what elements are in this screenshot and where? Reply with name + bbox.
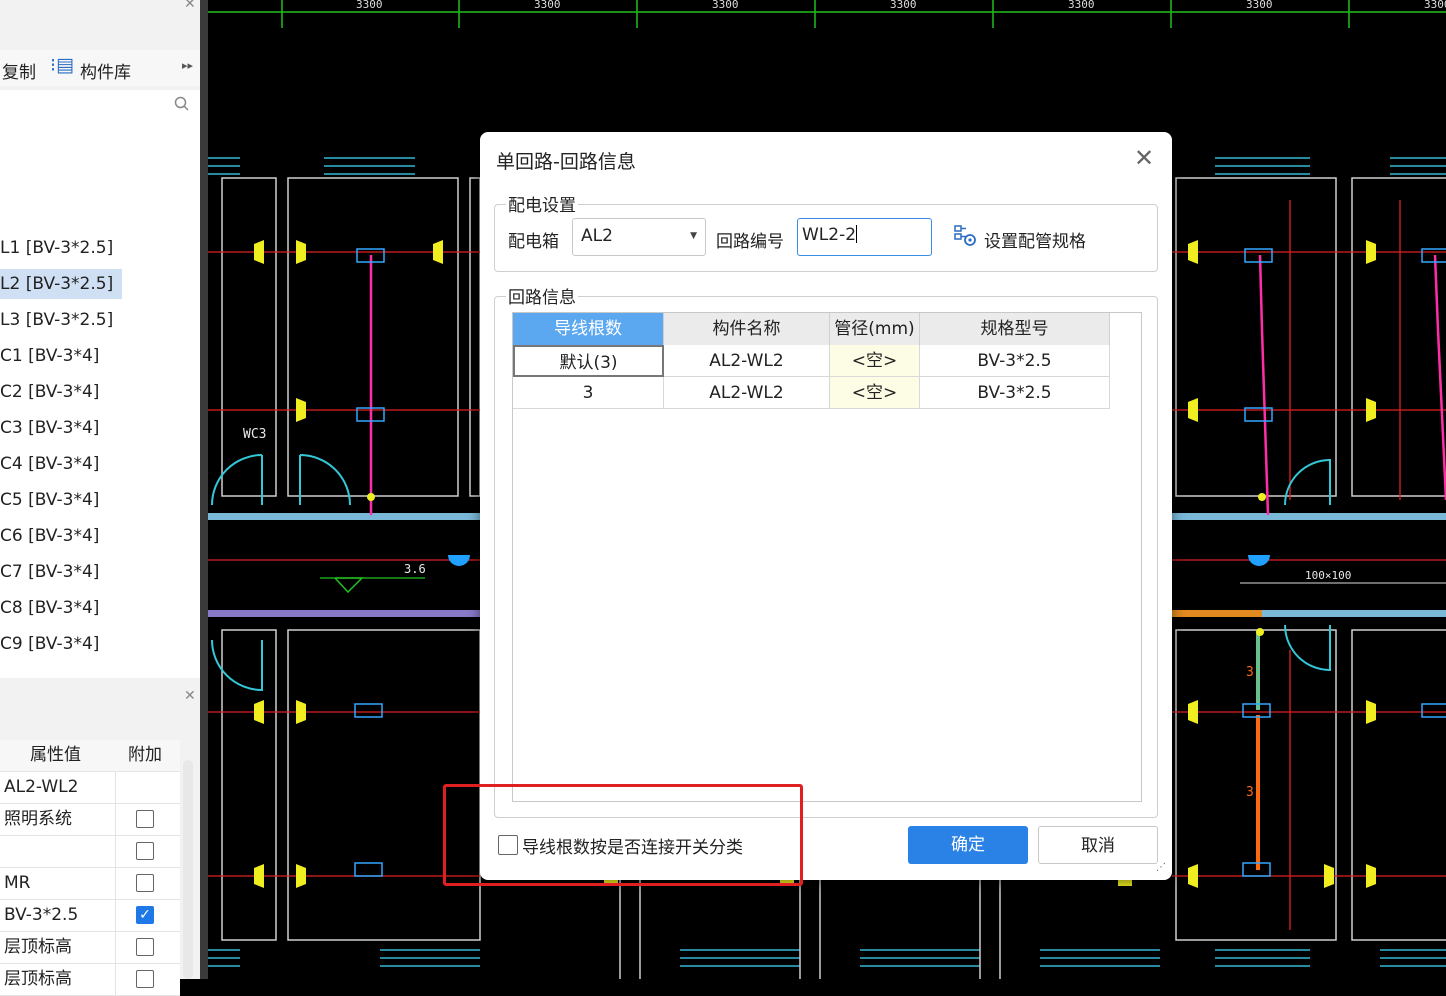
cad-pipe-label: 100×100 <box>1305 569 1351 582</box>
column-header[interactable]: 规格型号 <box>920 313 1110 345</box>
list-item[interactable]: C5 [BV-3*4] <box>0 485 103 515</box>
list-item[interactable]: L3 [BV-3*2.5] <box>0 305 117 335</box>
table-cell[interactable]: AL2-WL2 <box>664 377 830 409</box>
table-row[interactable]: 层顶标高 <box>0 932 180 964</box>
copy-button[interactable]: 复制 <box>2 58 36 83</box>
panel-label: 配电箱 <box>508 232 559 252</box>
search-icon <box>174 96 189 111</box>
list-item-selected[interactable]: L2 [BV-3*2.5] <box>0 269 122 299</box>
dim-label: 3300 <box>534 0 561 11</box>
close-icon[interactable]: ✕ <box>184 0 196 12</box>
dialog-title: 单回路-回路信息 <box>496 151 636 173</box>
chevron-down-icon: ▼ <box>690 231 697 241</box>
close-icon[interactable]: ✕ <box>184 688 196 704</box>
property-value[interactable]: MR <box>4 868 114 899</box>
table-cell[interactable]: BV-3*2.5 <box>920 345 1110 377</box>
group-label: 回路信息 <box>506 283 578 308</box>
table-row[interactable] <box>0 836 180 868</box>
column-header[interactable]: 构件名称 <box>664 313 830 345</box>
list-item[interactable]: C7 [BV-3*4] <box>0 557 103 587</box>
extra-checkbox[interactable] <box>136 970 154 988</box>
extra-checkbox[interactable] <box>136 874 154 892</box>
left-panel: ✕ 复制 ⁝▤ 构件库 ▸▸ L1 [BV-3*2.5] L2 [BV-3*2.… <box>0 0 208 996</box>
table-row[interactable]: BV-3*2.5 ✓ <box>0 900 180 932</box>
panel-select[interactable]: AL2 ▼ <box>572 218 706 256</box>
extra-checkbox[interactable] <box>136 810 154 828</box>
library-icon: ⁝▤ <box>50 54 74 76</box>
pipe-settings-icon <box>954 225 976 246</box>
panel-splitter[interactable] <box>200 0 208 979</box>
extra-checkbox-checked[interactable]: ✓ <box>136 906 154 924</box>
circuit-info-dialog: 单回路-回路信息 ✕ 配电设置 配电箱 AL2 ▼ 回路编号 WL2-2 设置配… <box>480 132 1172 880</box>
list-item[interactable]: L1 [BV-3*2.5] <box>0 233 117 263</box>
table-row[interactable]: 层顶标高 <box>0 964 180 996</box>
dim-label: 3300 <box>356 0 383 11</box>
circuit-list: L1 [BV-3*2.5] L2 [BV-3*2.5] L3 [BV-3*2.5… <box>0 118 200 678</box>
panel-select-value: AL2 <box>581 226 613 246</box>
table-cell[interactable]: <空> <box>830 345 920 377</box>
circuit-label: 回路编号 <box>716 232 784 252</box>
column-header-value: 属性值 <box>30 745 81 765</box>
table-cell[interactable]: 3 <box>513 377 664 409</box>
table-row[interactable]: MR <box>0 868 180 900</box>
circuit-number-value: WL2-2 <box>802 225 857 245</box>
extra-checkbox[interactable] <box>136 842 154 860</box>
table-row[interactable]: 照明系统 <box>0 804 180 836</box>
dim-label: 3300 <box>1246 0 1273 11</box>
text-caret <box>856 225 858 243</box>
column-header[interactable]: 导线根数 <box>513 313 664 345</box>
property-value[interactable]: AL2-WL2 <box>4 772 114 803</box>
list-item[interactable]: C2 [BV-3*4] <box>0 377 103 407</box>
ok-button[interactable]: 确定 <box>908 826 1028 864</box>
circuit-table: 导线根数 构件名称 管径(mm) 规格型号 默认(3) AL2-WL2 <空> … <box>512 312 1142 802</box>
property-value[interactable]: 层顶标高 <box>4 932 114 963</box>
close-icon[interactable]: ✕ <box>1134 144 1154 172</box>
table-cell[interactable]: <空> <box>830 377 920 409</box>
extra-checkbox[interactable] <box>136 938 154 956</box>
dim-label: 3300 <box>1424 0 1446 11</box>
properties-header <box>0 706 200 740</box>
property-value[interactable]: BV-3*2.5 <box>4 900 114 931</box>
dim-label: 3300 <box>712 0 739 11</box>
column-header[interactable]: 管径(mm) <box>830 313 920 345</box>
table-cell[interactable]: 默认(3) <box>513 345 664 377</box>
table-header-row: 属性值 附加 <box>0 740 180 772</box>
component-library-button[interactable]: 构件库 <box>80 58 131 83</box>
table-cell[interactable]: BV-3*2.5 <box>920 377 1110 409</box>
property-value[interactable]: 层顶标高 <box>4 964 114 995</box>
component-toolbar: 复制 ⁝▤ 构件库 ▸▸ <box>0 50 200 86</box>
cad-elevation-label: 3.6 <box>404 562 426 576</box>
circuit-number-input[interactable]: WL2-2 <box>797 218 932 256</box>
more-icon[interactable]: ▸▸ <box>182 59 193 72</box>
list-item[interactable]: C1 [BV-3*4] <box>0 341 103 371</box>
properties-table: 属性值 附加 AL2-WL2 照明系统 MR BV-3*2.5 ✓ 层顶标高 层… <box>0 740 180 996</box>
table-cell[interactable]: AL2-WL2 <box>664 345 830 377</box>
list-item[interactable]: C3 [BV-3*4] <box>0 413 103 443</box>
property-value[interactable]: 照明系统 <box>4 804 114 835</box>
dim-label: 3300 <box>890 0 917 11</box>
cad-room-label: WC3 <box>243 427 266 442</box>
cad-wire-count: 3 <box>1246 665 1254 680</box>
list-item[interactable]: C4 [BV-3*4] <box>0 449 103 479</box>
list-item[interactable]: C6 [BV-3*4] <box>0 521 103 551</box>
highlight-annotation-box <box>443 784 803 886</box>
list-item[interactable]: C9 [BV-3*4] <box>0 629 103 659</box>
properties-scrollbar[interactable] <box>183 760 193 979</box>
resize-grip-icon[interactable]: ⋰ <box>1156 862 1166 873</box>
table-row[interactable]: AL2-WL2 <box>0 772 180 804</box>
search-input[interactable] <box>0 90 200 119</box>
dim-label: 3300 <box>1068 0 1095 11</box>
list-item[interactable]: C8 [BV-3*4] <box>0 593 103 623</box>
set-pipe-spec-button[interactable]: 设置配管规格 <box>984 227 1086 252</box>
cancel-button[interactable]: 取消 <box>1038 826 1158 864</box>
cad-wire-count: 3 <box>1246 785 1254 800</box>
group-label: 配电设置 <box>506 191 578 216</box>
